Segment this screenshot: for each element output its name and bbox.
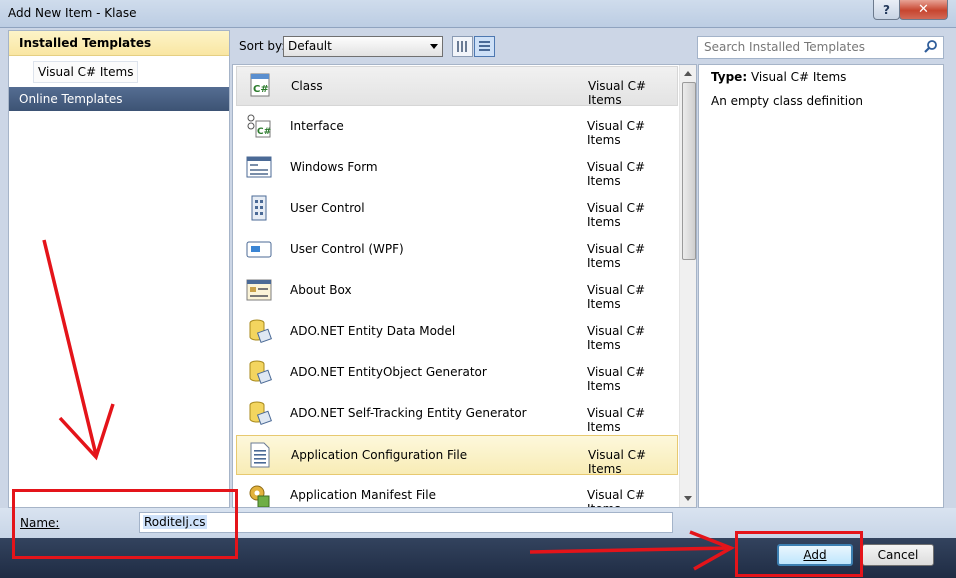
annotation-arrows: [42, 239, 736, 571]
